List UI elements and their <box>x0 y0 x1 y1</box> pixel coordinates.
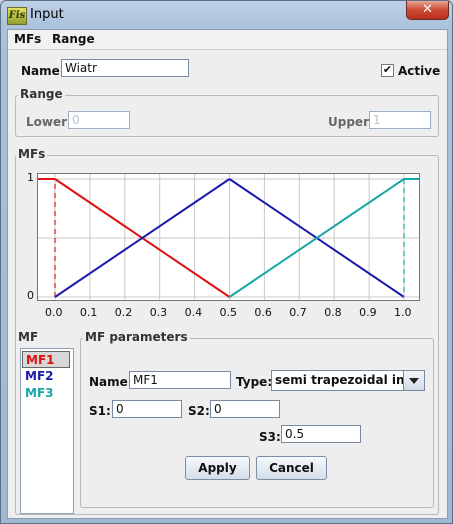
mf-name-label: Name: <box>89 375 133 389</box>
s3-field[interactable]: 0.5 <box>281 425 361 443</box>
x-tick-label: 0.1 <box>79 306 98 319</box>
s2-label: S2: <box>188 404 210 418</box>
menu-range[interactable]: Range <box>52 32 95 46</box>
mf-parameters-title: MF parameters <box>83 330 190 344</box>
s3-label: S3: <box>259 430 281 444</box>
menu-bar: MFs Range <box>8 30 447 50</box>
mf-list-item-mf1[interactable]: MF1 <box>22 351 70 368</box>
x-tick-label: 0.0 <box>45 306 63 319</box>
mf-list-item-mf3[interactable]: MF3 <box>22 385 70 402</box>
cancel-button[interactable]: Cancel <box>256 456 327 480</box>
variable-name-field[interactable]: Wiatr <box>61 59 189 77</box>
s1-field[interactable]: 0 <box>112 400 182 418</box>
mf-name-field[interactable]: MF1 <box>129 371 231 389</box>
x-tick-label: 0.4 <box>184 306 203 319</box>
lower-field[interactable]: 0 <box>68 111 130 129</box>
x-tick-label: 0.7 <box>289 306 307 319</box>
menu-mfs[interactable]: MFs <box>14 32 41 46</box>
apply-button[interactable]: Apply <box>185 456 250 480</box>
chevron-down-icon[interactable] <box>403 371 424 390</box>
mf-list-item-mf2[interactable]: MF2 <box>22 368 70 385</box>
y-tick-label: 1 <box>27 171 34 184</box>
lower-label: Lower: <box>26 115 72 129</box>
upper-field[interactable]: 1 <box>369 111 431 129</box>
active-label: Active <box>398 64 441 78</box>
mf-listbox: MF1 MF2 MF3 <box>20 348 74 514</box>
range-group-title: Range <box>18 87 65 101</box>
s1-label: S1: <box>89 404 111 418</box>
input-window: Fis Input ✕ MFs Range Name: Wiatr ✔ Acti… <box>0 0 453 524</box>
x-tick-label: 1.0 <box>394 306 412 319</box>
window-title: Input <box>30 7 64 22</box>
upper-label: Upper: <box>328 115 374 129</box>
x-tick-label: 0.5 <box>219 306 238 319</box>
close-button[interactable]: ✕ <box>406 1 449 20</box>
x-tick-label: 0.9 <box>359 306 377 319</box>
window-client: MFs Range Name: Wiatr ✔ Active Range Low… <box>7 29 448 519</box>
s2-field[interactable]: 0 <box>210 400 280 418</box>
mf-plot <box>37 173 420 301</box>
active-checkbox[interactable]: ✔ <box>381 64 394 77</box>
title-bar[interactable]: Fis Input ✕ <box>1 1 452 29</box>
x-tick-label: 0.8 <box>324 306 342 319</box>
fis-app-icon: Fis <box>7 7 27 25</box>
mf-type-combo[interactable]: semi trapezoidal inf. <box>271 370 425 391</box>
mf-parameters-group: MF parameters <box>80 330 434 508</box>
mf-list-title: MF <box>16 330 41 344</box>
x-tick-label: 0.3 <box>149 306 168 319</box>
mfs-group-title: MFs <box>16 147 48 161</box>
variable-name-label: Name: <box>21 64 65 78</box>
mf-type-value: semi trapezoidal inf. <box>275 373 414 387</box>
y-tick-label: 0 <box>27 289 34 302</box>
mf-type-label: Type: <box>236 375 273 389</box>
x-tick-label: 0.2 <box>114 306 133 319</box>
x-tick-label: 0.6 <box>254 306 272 319</box>
